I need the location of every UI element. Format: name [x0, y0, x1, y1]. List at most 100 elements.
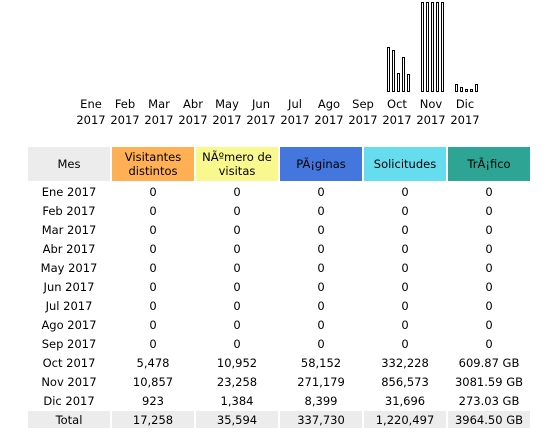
header-bandwidth: TrÃ¡fico [448, 147, 530, 181]
row-month-cell: Feb 2017 [42, 203, 96, 218]
row-value-cell: 0 [233, 203, 241, 218]
month-label: Feb 2017 [108, 96, 142, 128]
row-value-cell: 0 [233, 336, 241, 351]
table-row: Dic 2017 923 1,384 8,399 31,696 273.03 GB [28, 392, 530, 409]
month-year: 2017 [110, 113, 140, 127]
table-row: Oct 2017 5,478 10,952 58,152 332,228 609.87 G… [28, 354, 530, 371]
month-name: Jul [288, 97, 302, 111]
month-label: Oct 2017 [380, 96, 414, 128]
row-value-cell: 0 [401, 241, 409, 256]
row-value-cell: 0 [233, 279, 241, 294]
month-year: 2017 [212, 113, 242, 127]
row-value-cell: 0 [485, 203, 493, 218]
row-value-cell: 10,952 [216, 355, 258, 370]
row-value-cell: 3081.59 GB [454, 374, 523, 389]
bar-tr-fico [475, 84, 478, 92]
bar-n-mero-de-visitas [426, 2, 429, 92]
monthly-stats-table: Mes Visitantes distintos NÃºmero de visi… [26, 145, 532, 430]
row-value-cell: 923 [142, 393, 164, 408]
row-value-cell: 0 [149, 317, 157, 332]
bar-p-ginas [431, 2, 434, 92]
bar-visitantes-distintos [455, 84, 458, 92]
total-value-cell: 337,730 [280, 411, 362, 428]
row-month-cell: Abr 2017 [42, 241, 96, 256]
row-value-cell: 31,696 [384, 393, 426, 408]
row-value-cell: 0 [485, 184, 493, 199]
month-label: Jun 2017 [244, 96, 278, 128]
bar-tr-fico [407, 74, 410, 92]
row-month-cell: Mar 2017 [41, 222, 97, 237]
row-value-cell: 0 [233, 317, 241, 332]
row-value-cell: 0 [317, 222, 325, 237]
table-row: Jul 2017 0 0 0 0 0 [28, 297, 530, 314]
row-value-cell: 0 [401, 317, 409, 332]
row-value-cell: 609.87 GB [458, 355, 520, 370]
row-value-cell: 0 [401, 184, 409, 199]
row-month-cell: Nov 2017 [41, 374, 97, 389]
row-value-cell: 0 [317, 203, 325, 218]
row-month-cell: Dic 2017 [43, 393, 95, 408]
row-value-cell: 0 [317, 298, 325, 313]
header-pages: PÃ¡ginas [280, 147, 362, 181]
total-value-cell: 1,220,497 [364, 411, 446, 428]
row-value-cell: 0 [149, 222, 157, 237]
row-value-cell: 10,857 [132, 374, 174, 389]
row-value-cell: 23,258 [216, 374, 258, 389]
total-value-cell: 17,258 [112, 411, 194, 428]
month-year: 2017 [280, 113, 310, 127]
row-value-cell: 0 [149, 241, 157, 256]
bar-group [414, 0, 446, 92]
table-row: Ene 2017 0 0 0 0 0 [28, 183, 530, 200]
month-year: 2017 [246, 113, 276, 127]
month-year: 2017 [348, 113, 378, 127]
row-value-cell: 0 [233, 298, 241, 313]
row-month-cell: Sep 2017 [41, 336, 97, 351]
row-value-cell: 0 [401, 260, 409, 275]
bar-group [312, 0, 344, 92]
month-year: 2017 [382, 113, 412, 127]
row-month-cell: Oct 2017 [42, 355, 96, 370]
row-month-cell: Jun 2017 [43, 279, 95, 294]
row-value-cell: 271,179 [297, 374, 345, 389]
row-value-cell: 0 [149, 298, 157, 313]
row-value-cell: 856,573 [381, 374, 429, 389]
month-label: Dic 2017 [448, 96, 482, 128]
month-name: Nov [419, 97, 443, 111]
month-label: Ene 2017 [74, 96, 108, 128]
bar-solicitudes [470, 89, 473, 92]
bar-p-ginas [465, 89, 468, 92]
table-header-row: Mes Visitantes distintos NÃºmero de visi… [28, 147, 530, 181]
table-row: May 2017 0 0 0 0 0 [28, 259, 530, 276]
month-name: Feb [114, 97, 136, 111]
bar-visitantes-distintos [387, 47, 390, 92]
month-label: Ago 2017 [312, 96, 346, 128]
row-value-cell: 0 [485, 222, 493, 237]
month-label: Sep 2017 [346, 96, 380, 128]
bar-n-mero-de-visitas [392, 50, 395, 92]
header-unique-visitors: Visitantes distintos [112, 147, 194, 181]
month-name: Jun [252, 97, 270, 111]
row-value-cell: 0 [485, 317, 493, 332]
row-value-cell: 0 [149, 184, 157, 199]
bar-solicitudes [436, 2, 439, 92]
month-label: Nov 2017 [414, 96, 448, 128]
month-name: Mar [148, 97, 170, 111]
month-year: 2017 [178, 113, 208, 127]
row-value-cell: 0 [149, 279, 157, 294]
table-row: Sep 2017 0 0 0 0 0 [28, 335, 530, 352]
table-row: Feb 2017 0 0 0 0 0 [28, 202, 530, 219]
bar-group [142, 0, 174, 92]
bar-tr-fico [441, 2, 444, 92]
bar-group [346, 0, 378, 92]
total-row: Total 17,258 35,594 337,730 1,220,497 3964.50… [28, 411, 530, 428]
month-label: Jul 2017 [278, 96, 312, 128]
bar-visitantes-distintos [421, 2, 424, 92]
month-year: 2017 [144, 113, 174, 127]
month-name: Abr [183, 97, 203, 111]
total-value-cell: 3964.50 GB [448, 411, 530, 428]
month-year: 2017 [416, 113, 446, 127]
month-name: Dic [455, 97, 475, 111]
table-row: Ago 2017 0 0 0 0 0 [28, 316, 530, 333]
row-value-cell: 1,384 [220, 393, 254, 408]
row-value-cell: 0 [485, 260, 493, 275]
